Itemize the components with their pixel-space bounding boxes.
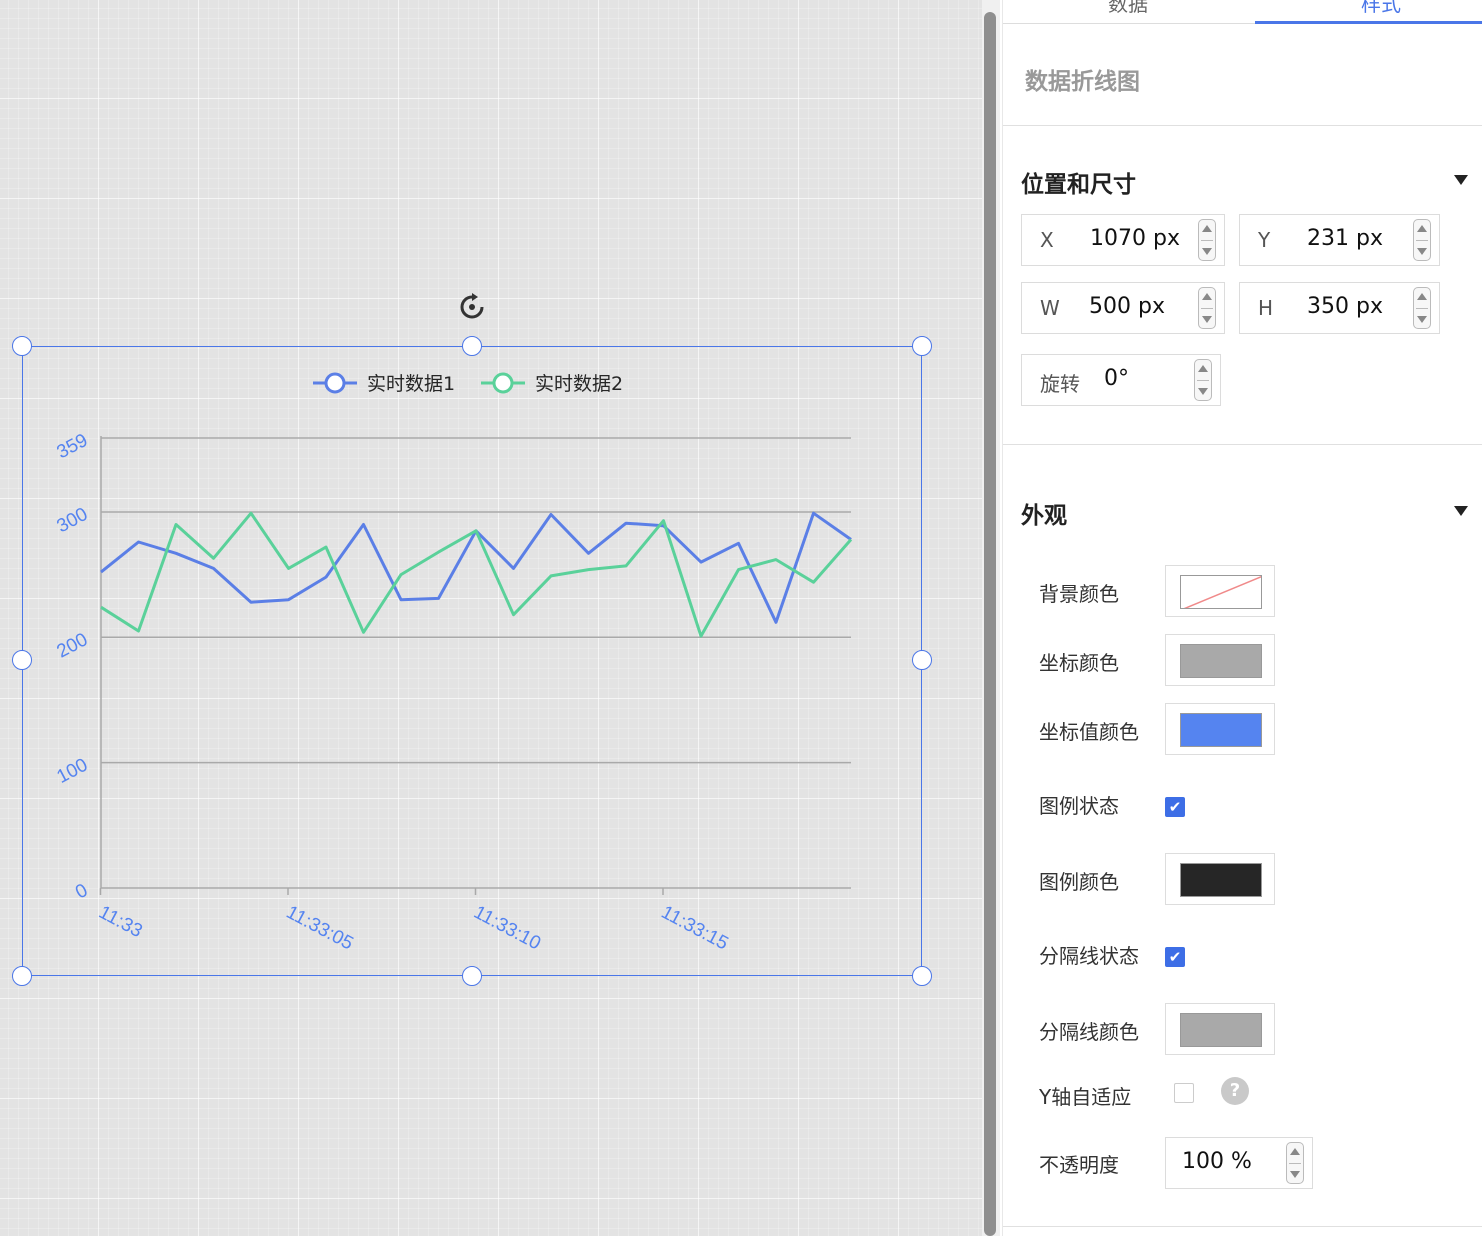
axis-color-label: 坐标颜色 — [1039, 651, 1119, 675]
axis-value-color-label: 坐标值颜色 — [1039, 720, 1139, 744]
series-line-2 — [100, 511, 853, 638]
tab-style[interactable]: 样式 — [1361, 0, 1401, 16]
y-tick-label: 200 — [53, 629, 91, 662]
resize-handle-bottom-right[interactable] — [912, 966, 932, 986]
y-value[interactable]: 231 px — [1307, 226, 1383, 251]
line-chart: 0 100 200 300 359 11:33 11:33:05 11:33:10 11:33… — [53, 372, 853, 955]
legend-label: 实时数据2 — [535, 373, 623, 395]
divider — [1003, 1226, 1482, 1227]
h-stepper[interactable] — [1413, 287, 1431, 329]
h-label: H — [1258, 296, 1274, 320]
y-tick-label: 359 — [53, 430, 91, 463]
y-field[interactable]: Y 231 px — [1239, 214, 1440, 266]
section-title-appearance: 外观 — [1021, 503, 1067, 529]
x-value[interactable]: 1070 px — [1090, 226, 1180, 251]
legend-marker — [492, 372, 514, 394]
y-tick-label: 0 — [72, 880, 91, 904]
divider — [1003, 125, 1482, 126]
resize-handle-left[interactable] — [12, 650, 32, 670]
divider-state-checkbox[interactable]: ✔ — [1165, 947, 1185, 967]
x-tick-label: 11:33:15 — [658, 902, 732, 955]
h-value[interactable]: 350 px — [1307, 294, 1383, 319]
divider-color-swatch — [1180, 1013, 1262, 1047]
rotation-field[interactable]: 旋转 0° — [1021, 354, 1221, 406]
transparent-swatch-icon — [1180, 575, 1262, 609]
resize-handle-top-left[interactable] — [12, 336, 32, 356]
legend-state-label: 图例状态 — [1039, 794, 1119, 818]
rotation-stepper[interactable] — [1194, 359, 1212, 401]
rotation-label: 旋转 — [1040, 372, 1080, 396]
opacity-label: 不透明度 — [1039, 1153, 1119, 1177]
background-color-picker[interactable] — [1165, 565, 1275, 617]
y-auto-label: Y轴自适应 — [1039, 1085, 1132, 1109]
x-field[interactable]: X 1070 px — [1021, 214, 1225, 266]
y-tick-label: 300 — [53, 504, 91, 537]
legend-color-label: 图例颜色 — [1039, 870, 1119, 894]
w-label: W — [1040, 296, 1060, 320]
tab-data[interactable]: 数据 — [1108, 0, 1148, 16]
component-title: 数据折线图 — [1025, 69, 1140, 95]
canvas-scrollbar[interactable] — [984, 12, 996, 1236]
legend-label: 实时数据1 — [367, 373, 455, 395]
active-tab-indicator — [1255, 21, 1482, 24]
w-value[interactable]: 500 px — [1089, 294, 1165, 319]
panel-tabs: 数据 样式 — [1003, 0, 1482, 24]
resize-handle-bottom[interactable] — [462, 966, 482, 986]
divider-color-label: 分隔线颜色 — [1039, 1020, 1139, 1044]
w-field[interactable]: W 500 px — [1021, 282, 1225, 334]
opacity-value[interactable]: 100 % — [1182, 1149, 1252, 1174]
background-color-label: 背景颜色 — [1039, 582, 1119, 606]
opacity-field[interactable]: 100 % — [1165, 1137, 1313, 1189]
y-tick-label: 100 — [53, 755, 91, 788]
resize-handle-top[interactable] — [462, 336, 482, 356]
x-stepper[interactable] — [1198, 219, 1216, 261]
line-chart-widget[interactable]: 0 100 200 300 359 11:33 11:33:05 11:33:10 11:33… — [22, 346, 922, 976]
legend-state-checkbox[interactable]: ✔ — [1165, 797, 1185, 817]
axis-value-color-picker[interactable] — [1165, 703, 1275, 755]
opacity-stepper[interactable] — [1286, 1142, 1304, 1184]
y-auto-checkbox[interactable]: ✔ — [1174, 1083, 1194, 1103]
resize-handle-top-right[interactable] — [912, 336, 932, 356]
collapse-arrow-icon[interactable] — [1454, 506, 1468, 516]
x-label: X — [1040, 228, 1054, 252]
legend-marker — [324, 372, 346, 394]
x-tick-label: 11:33 — [95, 902, 146, 942]
divider — [1003, 444, 1482, 445]
axis-color-picker[interactable] — [1165, 634, 1275, 686]
y-stepper[interactable] — [1413, 219, 1431, 261]
rotate-handle-icon[interactable] — [457, 292, 487, 322]
rotation-value[interactable]: 0° — [1104, 366, 1129, 391]
w-stepper[interactable] — [1198, 287, 1216, 329]
help-icon[interactable]: ? — [1221, 1077, 1249, 1105]
x-tick-label: 11:33:10 — [470, 902, 544, 955]
x-tick-label: 11:33:05 — [283, 902, 357, 955]
legend-color-picker[interactable] — [1165, 853, 1275, 905]
legend-color-swatch — [1180, 863, 1262, 897]
section-title-position: 位置和尺寸 — [1021, 172, 1136, 198]
collapse-arrow-icon[interactable] — [1454, 175, 1468, 185]
divider-state-label: 分隔线状态 — [1039, 944, 1139, 968]
divider-color-picker[interactable] — [1165, 1003, 1275, 1055]
y-label: Y — [1258, 228, 1271, 252]
axis-color-swatch — [1180, 644, 1262, 678]
resize-handle-bottom-left[interactable] — [12, 966, 32, 986]
property-panel: 数据 样式 数据折线图 位置和尺寸 X 1070 px Y 231 px W 5… — [1002, 0, 1482, 1236]
axis-value-color-swatch — [1180, 713, 1262, 747]
h-field[interactable]: H 350 px — [1239, 282, 1440, 334]
resize-handle-right[interactable] — [912, 650, 932, 670]
